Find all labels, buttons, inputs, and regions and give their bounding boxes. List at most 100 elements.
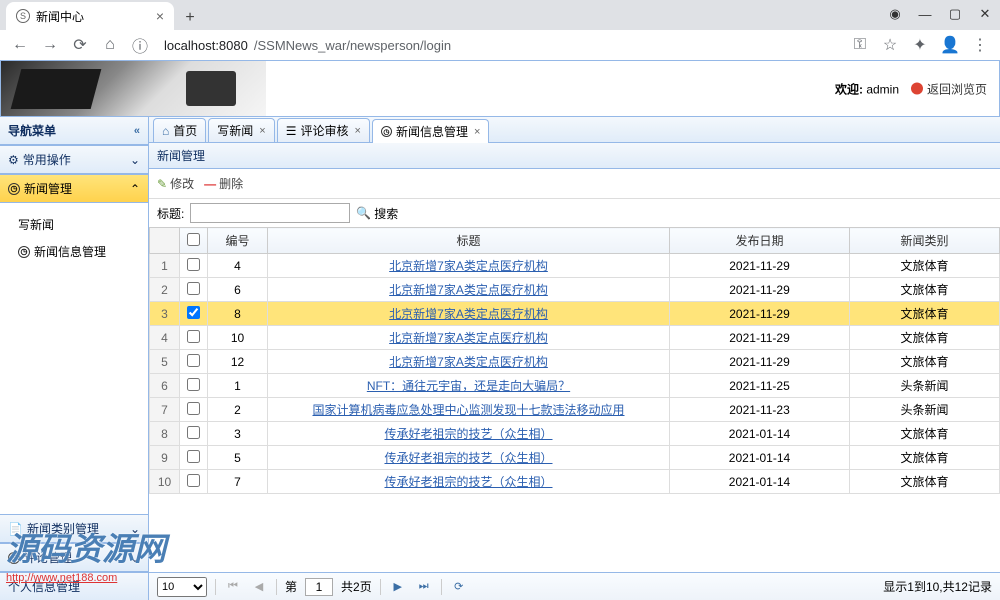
table-row[interactable]: 95传承好老祖宗的技艺（众生相）2021-01-14文旅体育 — [150, 446, 1000, 470]
tab-info[interactable]: ◷新闻信息管理× — [372, 119, 489, 143]
clock-icon: ◷ — [18, 246, 30, 258]
star-icon[interactable]: ☆ — [878, 33, 902, 57]
sidebar-title: 导航菜单 « — [0, 117, 148, 145]
collapse-icon[interactable]: « — [134, 125, 140, 137]
row-title: 北京新增7家A类定点医疗机构 — [268, 278, 670, 302]
close-icon[interactable]: × — [259, 125, 265, 137]
sidebar-panel-common[interactable]: ⚙ 常用操作 ⌄ — [0, 145, 148, 174]
row-title-link[interactable]: 北京新增7家A类定点医疗机构 — [389, 307, 548, 321]
sidebar-item-write[interactable]: 写新闻 — [18, 211, 148, 238]
row-title-link[interactable]: 北京新增7家A类定点医疗机构 — [389, 355, 548, 369]
last-page-button[interactable]: ⏭ — [415, 578, 433, 596]
minimize-button[interactable]: — — [910, 0, 940, 28]
reload-button[interactable]: ⟳ — [68, 33, 92, 57]
row-checkbox[interactable] — [187, 450, 200, 463]
sidebar-panel-comment[interactable]: ◷评论管理 ⌄ — [0, 543, 148, 572]
row-checkbox[interactable] — [187, 474, 200, 487]
row-checkbox[interactable] — [187, 306, 200, 319]
refresh-button[interactable]: ⟳ — [450, 578, 468, 596]
back-to-browse-link[interactable]: 返回浏览页 — [911, 80, 987, 97]
row-checkbox[interactable] — [187, 354, 200, 367]
row-title-link[interactable]: 传承好老祖宗的技艺（众生相） — [384, 427, 552, 441]
header-title[interactable]: 标题 — [268, 228, 670, 254]
table-row[interactable]: 26北京新增7家A类定点医疗机构2021-11-29文旅体育 — [150, 278, 1000, 302]
close-icon[interactable]: × — [355, 125, 361, 137]
row-title-link[interactable]: NFT：通往元宇宙，还是走向大骗局？ — [367, 379, 570, 393]
total-pages: 共2页 — [341, 578, 372, 595]
row-number: 9 — [150, 446, 180, 470]
table-row[interactable]: 410北京新增7家A类定点医疗机构2021-11-29文旅体育 — [150, 326, 1000, 350]
row-title-link[interactable]: 传承好老祖宗的技艺（众生相） — [384, 475, 552, 489]
first-page-button[interactable]: ⏮ — [224, 578, 242, 596]
url-input[interactable]: localhost:8080/SSMNews_war/newsperson/lo… — [158, 38, 842, 53]
row-date: 2021-11-29 — [670, 278, 850, 302]
home-button[interactable]: ⌂ — [98, 33, 122, 57]
circle-icon[interactable]: ◉ — [880, 0, 910, 28]
table-row[interactable]: 14北京新增7家A类定点医疗机构2021-11-29文旅体育 — [150, 254, 1000, 278]
row-checkbox[interactable] — [187, 282, 200, 295]
next-page-button[interactable]: ▶ — [389, 578, 407, 596]
row-title-link[interactable]: 传承好老祖宗的技艺（众生相） — [384, 451, 552, 465]
row-cat: 文旅体育 — [850, 350, 1000, 374]
row-title-link[interactable]: 国家计算机病毒应急处理中心监测发现十七款违法移动应用 — [312, 403, 624, 417]
search-input[interactable] — [190, 203, 350, 223]
tab-review[interactable]: ☰评论审核× — [277, 118, 370, 142]
table-row[interactable]: 61NFT：通往元宇宙，还是走向大骗局？2021-11-25头条新闻 — [150, 374, 1000, 398]
table-row[interactable]: 83传承好老祖宗的技艺（众生相）2021-01-14文旅体育 — [150, 422, 1000, 446]
table-row[interactable]: 107传承好老祖宗的技艺（众生相）2021-01-14文旅体育 — [150, 470, 1000, 494]
row-checkbox[interactable] — [187, 330, 200, 343]
row-title: 北京新增7家A类定点医疗机构 — [268, 350, 670, 374]
key-icon[interactable]: ⚿ — [848, 33, 872, 57]
welcome-text: 欢迎: admin — [835, 80, 899, 97]
page-size-select[interactable]: 10 — [157, 577, 207, 597]
sidebar-panel-category[interactable]: 📄 新闻类别管理 ⌄ — [0, 514, 148, 543]
maximize-button[interactable]: ▢ — [940, 0, 970, 28]
row-checkbox[interactable] — [187, 426, 200, 439]
table-row[interactable]: 72国家计算机病毒应急处理中心监测发现十七款违法移动应用2021-11-23头条… — [150, 398, 1000, 422]
back-button[interactable]: ← — [8, 33, 32, 57]
edit-button[interactable]: ✎修改 — [157, 175, 194, 192]
row-checkbox-cell — [180, 398, 208, 422]
row-title-link[interactable]: 北京新增7家A类定点医疗机构 — [389, 283, 548, 297]
select-all-checkbox[interactable] — [187, 233, 200, 246]
row-date: 2021-01-14 — [670, 422, 850, 446]
close-icon[interactable]: × — [474, 126, 480, 138]
info-icon[interactable]: ⓘ — [128, 33, 152, 57]
row-checkbox[interactable] — [187, 378, 200, 391]
search-button[interactable]: 🔍搜索 — [356, 205, 398, 222]
row-cat: 头条新闻 — [850, 398, 1000, 422]
sidebar-panel-news[interactable]: ◷新闻管理 ⌃ — [0, 174, 148, 203]
browser-tab-bar: S 新闻中心 × + ◉ — ▢ ✕ — [0, 0, 1000, 30]
table-row[interactable]: 38北京新增7家A类定点医疗机构2021-11-29文旅体育 — [150, 302, 1000, 326]
header-id[interactable]: 编号 — [208, 228, 268, 254]
table-row[interactable]: 512北京新增7家A类定点医疗机构2021-11-29文旅体育 — [150, 350, 1000, 374]
page-input[interactable] — [305, 578, 333, 596]
delete-button[interactable]: —删除 — [204, 175, 243, 192]
profile-icon[interactable]: 👤 — [938, 33, 962, 57]
new-tab-button[interactable]: + — [178, 6, 202, 30]
prev-page-button[interactable]: ◀ — [250, 578, 268, 596]
tab-write[interactable]: 写新闻× — [208, 118, 274, 142]
row-checkbox-cell — [180, 350, 208, 374]
close-window-button[interactable]: ✕ — [970, 0, 1000, 28]
header-cat[interactable]: 新闻类别 — [850, 228, 1000, 254]
row-checkbox[interactable] — [187, 402, 200, 415]
browser-tab[interactable]: S 新闻中心 × — [6, 2, 174, 30]
row-cat: 文旅体育 — [850, 422, 1000, 446]
header-date[interactable]: 发布日期 — [670, 228, 850, 254]
extensions-icon[interactable]: ✦ — [908, 33, 932, 57]
sidebar-item-info[interactable]: ◷ 新闻信息管理 — [18, 238, 148, 265]
banner-image — [1, 61, 266, 116]
sidebar-panel-personal[interactable]: 个人信息管理 — [0, 572, 148, 600]
row-number: 10 — [150, 470, 180, 494]
row-checkbox[interactable] — [187, 258, 200, 271]
forward-button[interactable]: → — [38, 33, 62, 57]
clock-icon: ◷ — [381, 126, 392, 137]
row-cat: 文旅体育 — [850, 446, 1000, 470]
row-title-link[interactable]: 北京新增7家A类定点医疗机构 — [389, 331, 548, 345]
row-cat: 文旅体育 — [850, 302, 1000, 326]
row-title-link[interactable]: 北京新增7家A类定点医疗机构 — [389, 259, 548, 273]
menu-icon[interactable]: ⋮ — [968, 33, 992, 57]
close-icon[interactable]: × — [156, 8, 164, 24]
tab-home[interactable]: ⌂首页 — [153, 118, 206, 142]
